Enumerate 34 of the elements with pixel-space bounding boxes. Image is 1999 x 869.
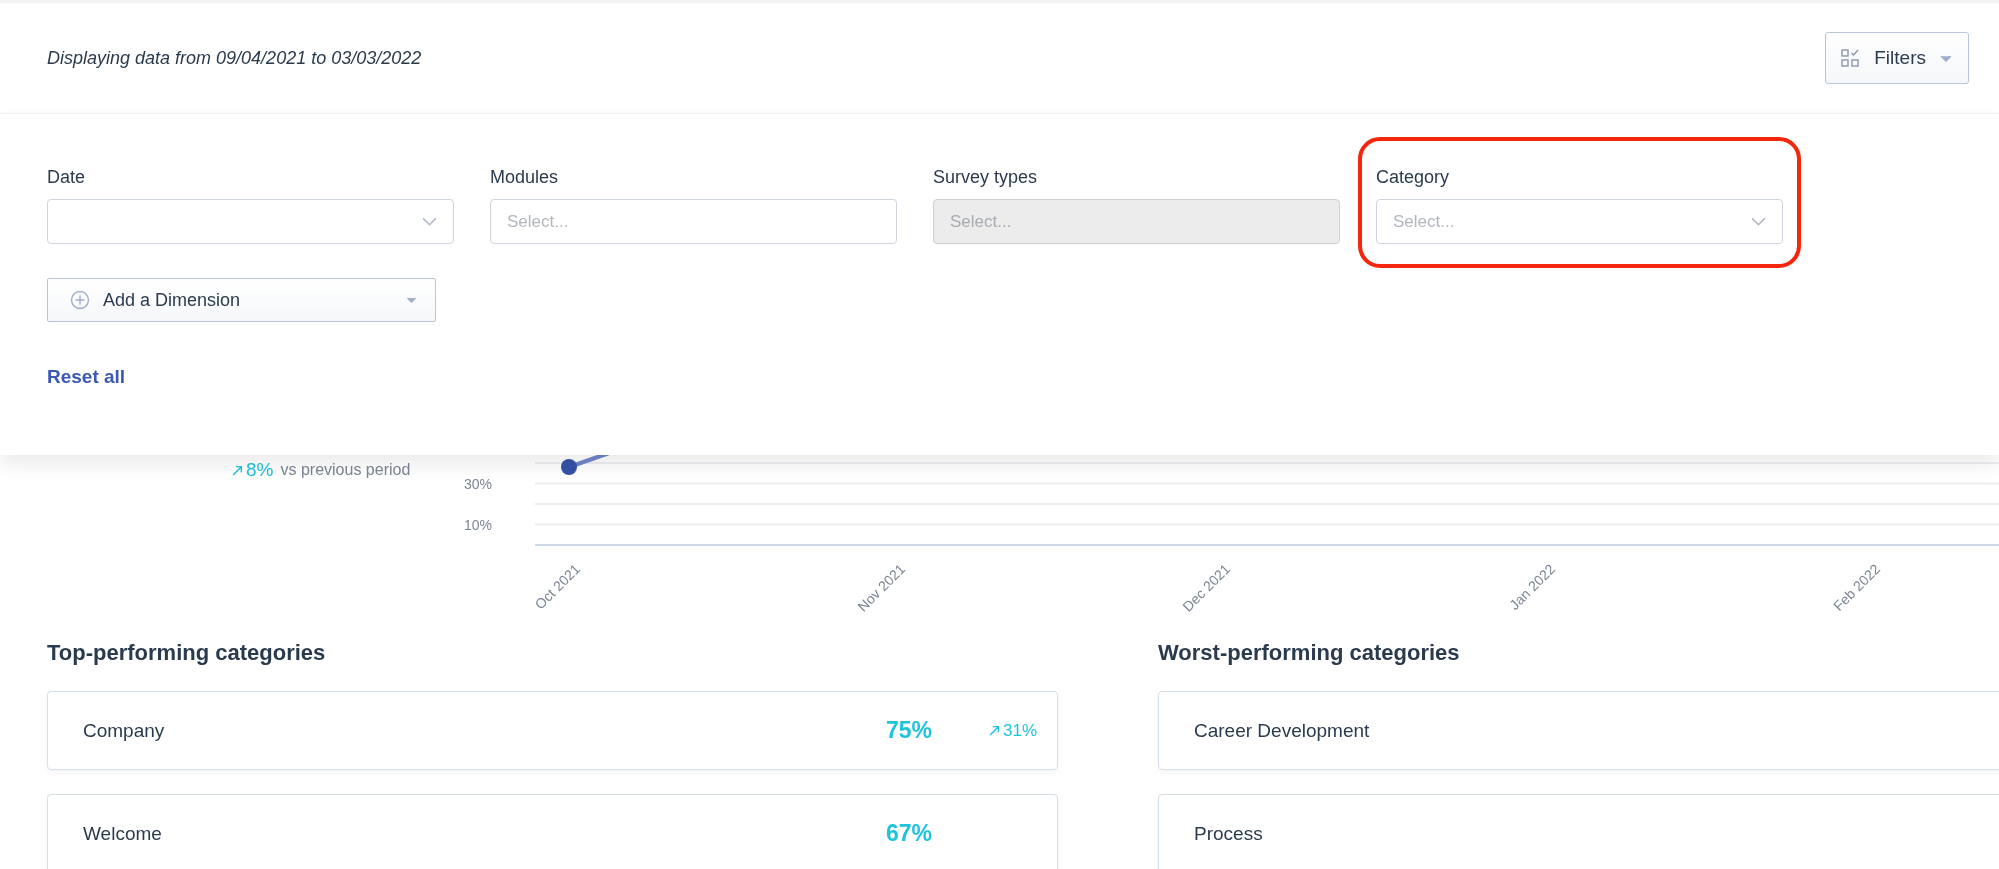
y-tick-label: 30% [463,475,492,492]
chevron-icon [1751,217,1766,226]
field-label: Category [1376,167,1451,188]
field-label: Modules [490,167,560,188]
change-value: 8% [246,459,274,481]
trend-up-icon [232,465,243,476]
select-field[interactable] [47,199,454,244]
category-name: Welcome [83,822,163,845]
filter-grid-icon [1840,48,1861,68]
change-value: 31% [1002,720,1037,741]
add-dimension-button[interactable]: Add a Dimension [47,278,436,322]
date-range-text: Displaying data from 09/04/2021 to 03/03/2022 [47,47,422,69]
category-card[interactable]: Process [1158,794,1999,869]
change-label: vs previous period [280,461,411,479]
category-name: Process [1194,822,1264,845]
caret-icon [1940,54,1952,62]
section-heading: Top-performing categories [47,640,327,666]
category-card[interactable]: Company 75% 31% [47,691,1058,770]
category-card[interactable]: Welcome 67% [47,794,1058,869]
category-name: Career Development [1194,719,1371,742]
chevron-icon [422,217,437,226]
filters-button[interactable]: Filters [1825,32,1969,84]
reset-all-link[interactable]: Reset all [47,366,126,388]
score-value: 75% [885,717,932,744]
y-tick-label: 10% [463,516,492,533]
section-heading: Worst-performing categories [1158,640,1461,666]
field-label: Date [47,167,87,188]
caret-icon [406,297,417,303]
field-label: Survey types [933,167,1039,188]
category-card[interactable]: Career Development [1158,691,1999,770]
plus-circle-icon [70,290,90,310]
score-value: 67% [885,820,932,847]
trend-up-icon [988,725,1000,736]
category-name: Company [83,719,166,742]
